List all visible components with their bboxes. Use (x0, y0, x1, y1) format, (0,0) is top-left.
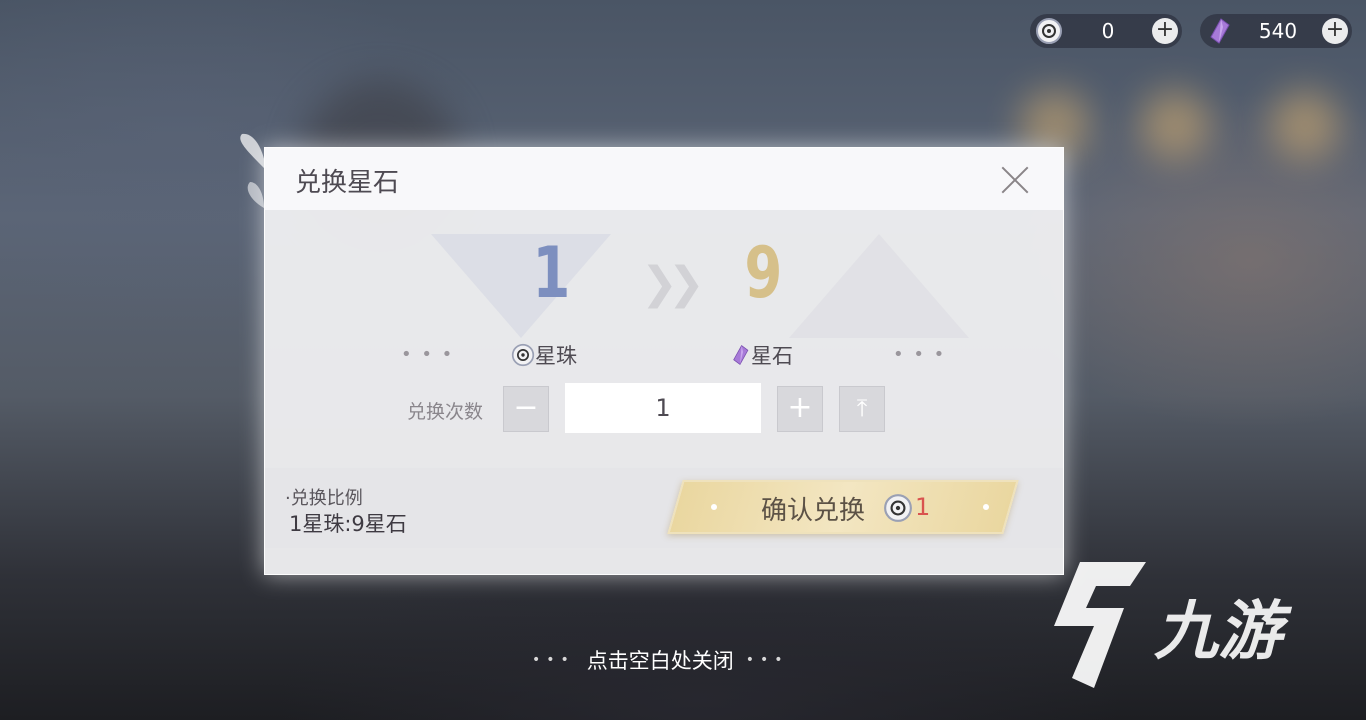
ratio-title: ·兑换比例 (285, 488, 363, 509)
add-stellar-pearl-button[interactable]: + (1152, 18, 1178, 44)
stellar-pearl-icon (1034, 16, 1064, 46)
add-stellar-stone-button[interactable]: + (1322, 18, 1348, 44)
dialog-header: 兑换星石 (265, 148, 1063, 210)
exchange-dialog: 兑换星石 1 ❯❯ 9 • • • 星珠 星石 • • • 兑换次数 − + ⤒… (264, 147, 1064, 575)
to-currency-name: 星石 (751, 344, 793, 368)
double-chevron-icon: ❯❯ (641, 258, 705, 309)
background-blur (1270, 90, 1340, 160)
from-currency-name: 星珠 (535, 344, 577, 368)
stellar-stone-icon (733, 344, 749, 366)
close-button[interactable] (999, 164, 1031, 196)
stellar-stone-counter: 540 + (1200, 14, 1352, 48)
stellar-stone-value: 540 (1258, 19, 1298, 43)
to-amount: 9 (744, 232, 783, 314)
dialog-title: 兑换星石 (295, 168, 400, 198)
decor-triangle (789, 234, 969, 338)
confirm-exchange-button[interactable]: 确认兑换 1 (667, 480, 1019, 534)
dots-decoration: • • • (401, 344, 455, 365)
sparkle-decoration (711, 504, 717, 510)
dialog-footer: ·兑换比例 1星珠:9星石 确认兑换 1 (265, 468, 1063, 548)
quantity-input[interactable] (565, 383, 761, 433)
close-hint-text: 点击空白处关闭 (586, 649, 734, 673)
close-hint[interactable]: ••• 点击空白处关闭 ••• (520, 645, 801, 675)
stellar-pearl-value: 0 (1101, 19, 1115, 43)
dots-decoration: • • • (893, 344, 947, 365)
stellar-stone-icon (1204, 16, 1234, 46)
decor-triangle (431, 234, 611, 338)
max-button[interactable]: ⤒ (839, 386, 885, 432)
from-amount: 1 (532, 232, 571, 314)
nine-game-logo-icon (1054, 562, 1146, 688)
confirm-cost: 1 (915, 493, 931, 521)
background-blur (1140, 90, 1210, 160)
exchange-count-label: 兑换次数 (407, 401, 484, 423)
stellar-pearl-icon (511, 343, 535, 367)
from-currency-label: 星珠 (511, 340, 577, 370)
stellar-pearl-counter: 0 + (1030, 14, 1182, 48)
stellar-pearl-icon (884, 494, 912, 522)
dots-decoration: ••• (745, 652, 789, 668)
ratio-value: 1星珠:9星石 (289, 512, 407, 536)
confirm-label: 确认兑换 (761, 496, 866, 526)
increase-button[interactable]: + (777, 386, 823, 432)
to-currency-label: 星石 (729, 340, 793, 370)
watermark-text: 九游 (1154, 595, 1282, 669)
sparkle-decoration (983, 504, 989, 510)
decrease-button[interactable]: − (503, 386, 549, 432)
watermark-logo: 九游 (1050, 556, 1340, 696)
dots-decoration: ••• (532, 652, 575, 668)
